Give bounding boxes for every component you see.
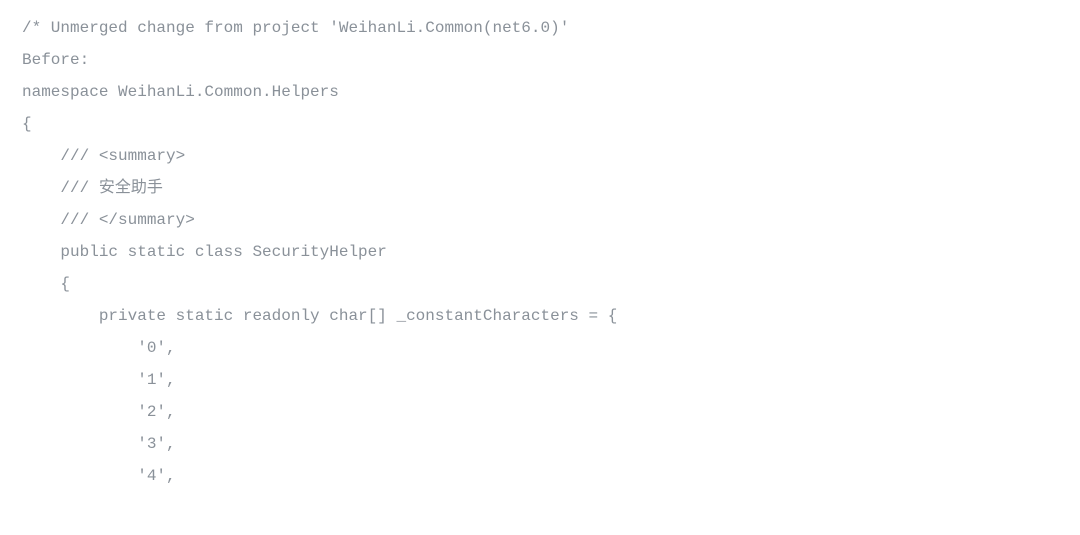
- code-line: {: [22, 268, 1058, 300]
- code-line: public static class SecurityHelper: [22, 236, 1058, 268]
- code-line: /// <summary>: [22, 140, 1058, 172]
- code-line: private static readonly char[] _constant…: [22, 300, 1058, 332]
- code-block: /* Unmerged change from project 'WeihanL…: [22, 12, 1058, 492]
- code-line: {: [22, 108, 1058, 140]
- code-line: /// </summary>: [22, 204, 1058, 236]
- code-line: namespace WeihanLi.Common.Helpers: [22, 76, 1058, 108]
- code-line: Before:: [22, 44, 1058, 76]
- code-line: '0',: [22, 332, 1058, 364]
- code-line: /// 安全助手: [22, 172, 1058, 204]
- code-line: '3',: [22, 428, 1058, 460]
- code-line: '4',: [22, 460, 1058, 492]
- code-line: /* Unmerged change from project 'WeihanL…: [22, 12, 1058, 44]
- code-line: '2',: [22, 396, 1058, 428]
- code-line: '1',: [22, 364, 1058, 396]
